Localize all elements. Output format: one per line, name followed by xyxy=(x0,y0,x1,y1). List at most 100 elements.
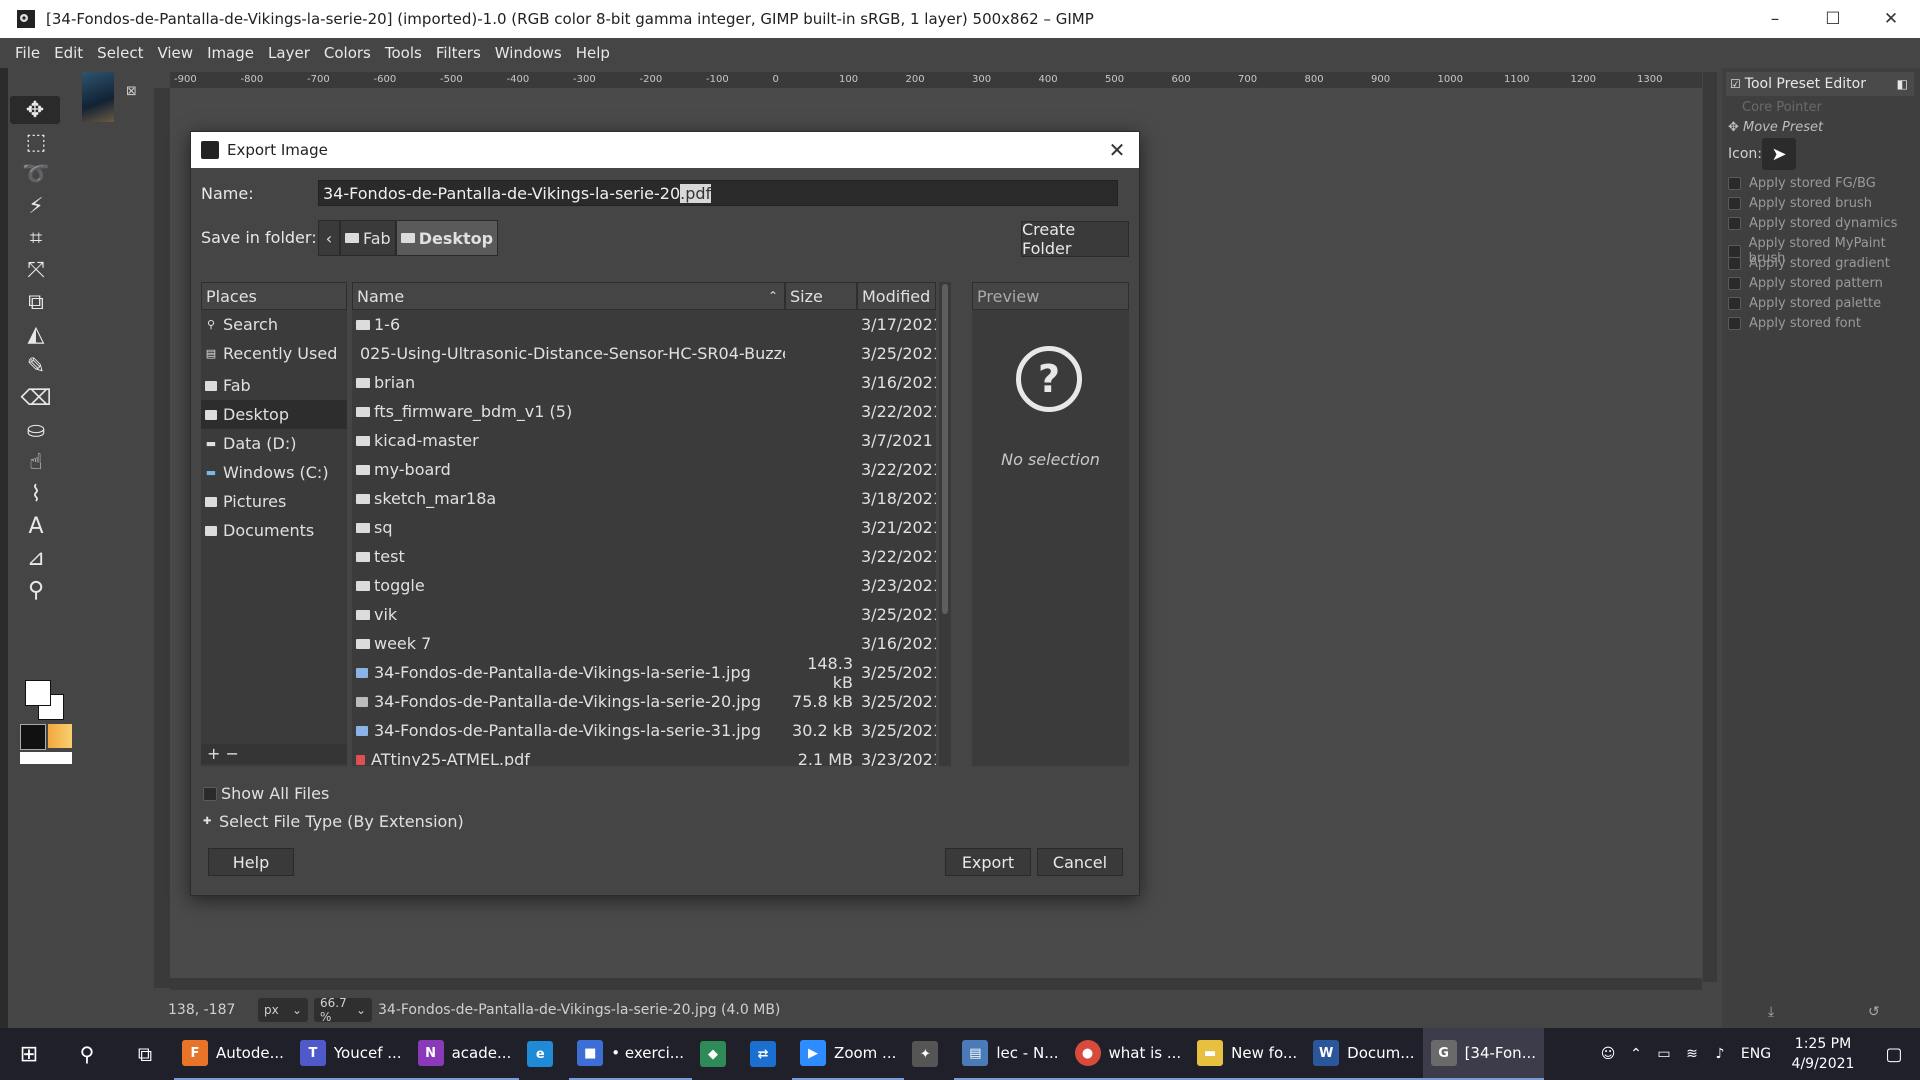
file-row[interactable]: my-board 3/22/2021 xyxy=(352,455,936,484)
path-back-button[interactable]: ‹ xyxy=(318,220,340,256)
export-button[interactable]: Export xyxy=(945,848,1031,876)
column-modified-header[interactable]: Modified xyxy=(857,282,936,310)
search-icon[interactable]: ⚲ xyxy=(58,1028,116,1080)
chevron-up-icon[interactable]: ⌃ xyxy=(1622,1046,1650,1062)
text-icon[interactable]: A xyxy=(20,512,52,540)
taskbar-app[interactable]: F Autode... xyxy=(174,1028,292,1080)
file-row[interactable]: test 3/22/2021 xyxy=(352,542,936,571)
apply-option[interactable]: Apply stored FG/BG xyxy=(1728,176,1876,191)
save-preset-icon[interactable]: ⤓ xyxy=(1768,1004,1774,1020)
pattern-indicator[interactable] xyxy=(20,752,72,764)
menu-edit[interactable]: Edit xyxy=(47,44,90,62)
color-picker-icon[interactable]: ⊿ xyxy=(20,544,52,572)
battery-icon[interactable]: ▭ xyxy=(1650,1046,1678,1062)
file-row[interactable]: 34-Fondos-de-Pantalla-de-Vikings-la-seri… xyxy=(352,716,936,745)
file-row[interactable]: kicad-master 3/7/2021 xyxy=(352,426,936,455)
menu-colors[interactable]: Colors xyxy=(317,44,378,62)
taskbar-app[interactable]: ◆ xyxy=(692,1028,742,1080)
maximize-button[interactable]: ☐ xyxy=(1804,0,1862,38)
minimize-button[interactable]: – xyxy=(1746,0,1804,38)
show-all-files-option[interactable]: Show All Files xyxy=(203,784,329,803)
path-icon[interactable]: ⌇ xyxy=(20,480,52,508)
column-size-header[interactable]: Size xyxy=(785,282,857,310)
menu-file[interactable]: File xyxy=(8,44,47,62)
place-fab[interactable]: Fab xyxy=(201,371,347,400)
file-row[interactable]: 025-Using-Ultrasonic-Distance-Sensor-HC-… xyxy=(352,339,936,368)
foreground-color-swatch[interactable] xyxy=(25,680,51,706)
close-image-icon[interactable]: ⊠ xyxy=(126,84,137,99)
lasso-icon[interactable]: ➰ xyxy=(20,160,52,188)
menu-windows[interactable]: Windows xyxy=(488,44,569,62)
help-button[interactable]: Help xyxy=(208,848,294,876)
crop-icon[interactable]: ⌗ xyxy=(20,224,52,252)
apply-option[interactable]: Apply stored gradient xyxy=(1728,256,1890,271)
taskbar-app[interactable]: ● what is ... xyxy=(1066,1028,1190,1080)
checkbox[interactable] xyxy=(1728,297,1741,310)
vertical-scrollbar[interactable] xyxy=(1703,72,1717,982)
taskbar-app[interactable]: ▤ lec - N... xyxy=(954,1028,1067,1080)
taskbar-app[interactable]: ⇄ xyxy=(742,1028,792,1080)
move-tool-icon[interactable]: ✥ xyxy=(10,96,60,124)
clone-icon[interactable]: ⛀ xyxy=(20,416,52,444)
file-row[interactable]: sketch_mar18a 3/18/2021 xyxy=(352,484,936,513)
place-data-drive[interactable]: ▬ Data (D:) xyxy=(201,429,347,458)
brush-indicator[interactable] xyxy=(20,724,46,750)
show-all-files-checkbox[interactable] xyxy=(203,786,217,801)
file-row[interactable]: 34-Fondos-de-Pantalla-de-Vikings-la-seri… xyxy=(352,687,936,716)
taskbar-app[interactable]: ▬ New fo... xyxy=(1189,1028,1306,1080)
path-button-fab[interactable]: Fab xyxy=(340,220,396,256)
unit-select[interactable]: px ⌄ xyxy=(258,998,308,1022)
checkbox[interactable] xyxy=(1728,257,1741,270)
taskbar-app[interactable]: ▶ Zoom ... xyxy=(792,1028,905,1080)
taskbar-app[interactable]: ✦ xyxy=(904,1028,954,1080)
menu-help[interactable]: Help xyxy=(569,44,617,62)
checkbox[interactable] xyxy=(1728,177,1741,190)
checkbox[interactable] xyxy=(1728,317,1741,330)
menu-tools[interactable]: Tools xyxy=(378,44,429,62)
gradient-indicator[interactable] xyxy=(48,724,72,748)
smudge-icon[interactable]: ☝ xyxy=(20,448,52,476)
places-add-remove-buttons[interactable]: + − xyxy=(201,744,347,764)
taskbar-app[interactable]: ■ • exerci... xyxy=(569,1028,693,1080)
menu-filters[interactable]: Filters xyxy=(429,44,488,62)
place-documents[interactable]: Documents xyxy=(201,516,347,545)
fuzzy-select-icon[interactable]: ⚡ xyxy=(20,192,52,220)
menu-layer[interactable]: Layer xyxy=(261,44,317,62)
apply-option[interactable]: Apply stored palette xyxy=(1728,296,1881,311)
eraser-icon[interactable]: ⌫ xyxy=(20,384,52,412)
close-window-button[interactable]: ✕ xyxy=(1862,0,1920,38)
windows-start-icon[interactable]: ⊞ xyxy=(0,1028,58,1080)
checkbox[interactable] xyxy=(1728,217,1741,230)
place-pictures[interactable]: Pictures xyxy=(201,487,347,516)
close-icon[interactable]: ✕ xyxy=(1095,138,1139,162)
rect-select-icon[interactable]: ⬚ xyxy=(20,128,52,156)
place-desktop[interactable]: Desktop xyxy=(201,400,347,429)
select-file-type-expander[interactable]: ✚ Select File Type (By Extension) xyxy=(203,812,464,831)
panel-menu-icon[interactable]: ◧ xyxy=(1897,77,1908,91)
filename-input[interactable]: 34-Fondos-de-Pantalla-de-Vikings-la-seri… xyxy=(318,180,1118,206)
zoom-icon[interactable]: ⚲ xyxy=(20,576,52,604)
volume-icon[interactable]: ♪ xyxy=(1706,1046,1734,1062)
wifi-icon[interactable]: ≋ xyxy=(1678,1046,1706,1062)
apply-option[interactable]: Apply stored font xyxy=(1728,316,1861,331)
file-row[interactable]: 34-Fondos-de-Pantalla-de-Vikings-la-seri… xyxy=(352,654,936,692)
apply-option[interactable]: Apply stored dynamics xyxy=(1728,216,1897,231)
place-windows-drive[interactable]: ▬ Windows (C:) xyxy=(201,458,347,487)
image-thumbnail[interactable] xyxy=(82,72,114,122)
file-list-scrollbar[interactable] xyxy=(939,282,951,766)
checkbox[interactable] xyxy=(1728,277,1741,290)
menu-select[interactable]: Select xyxy=(90,44,150,62)
apply-option[interactable]: Apply stored brush xyxy=(1728,196,1872,211)
checkbox[interactable] xyxy=(1728,197,1741,210)
clock[interactable]: 1:25 PM 4/9/2021 xyxy=(1778,1034,1868,1074)
scrollbar-thumb[interactable] xyxy=(942,284,948,614)
paintbrush-icon[interactable]: ✎ xyxy=(20,352,52,380)
pointer-icon[interactable]: ➤ xyxy=(1762,138,1796,170)
panel-tab[interactable]: ☑ Tool Preset Editor ◧ xyxy=(1726,72,1914,96)
file-row[interactable]: toggle 3/23/2021 xyxy=(352,571,936,600)
language-indicator[interactable]: ENG xyxy=(1734,1046,1778,1062)
warp-icon[interactable]: ⧉ xyxy=(20,288,52,316)
menu-view[interactable]: View xyxy=(150,44,200,62)
taskbar-app[interactable]: Nacade... xyxy=(409,1028,520,1080)
place-search[interactable]: ⚲ Search xyxy=(201,310,347,339)
